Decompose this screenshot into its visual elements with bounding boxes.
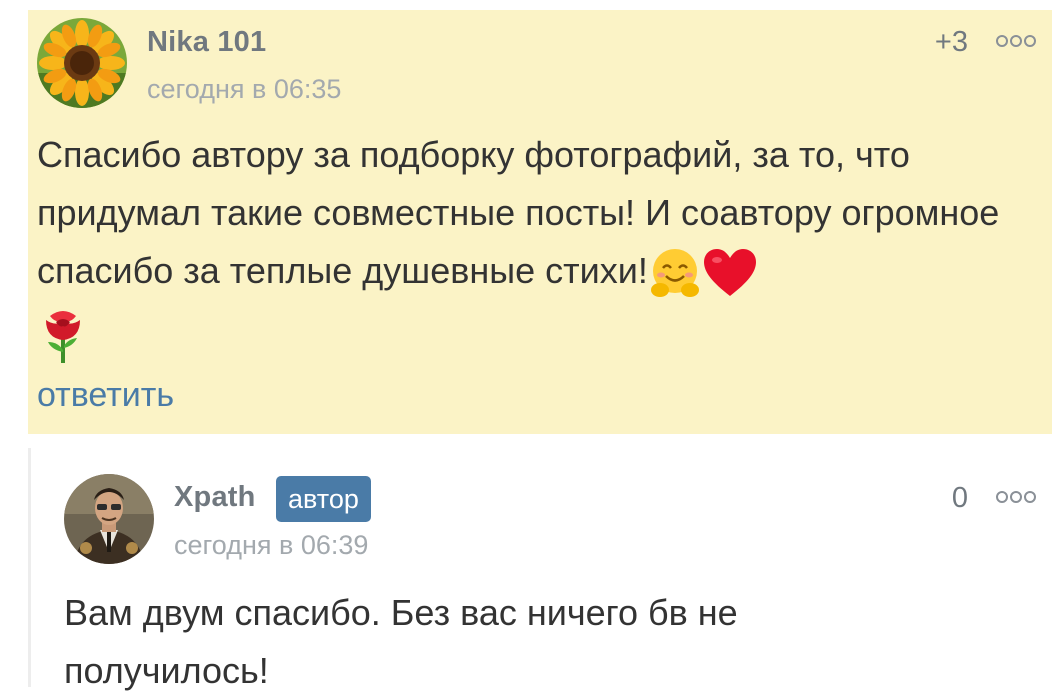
thread-line (28, 448, 31, 687)
comment-time[interactable]: сегодня в 06:35 (147, 74, 341, 105)
steampunk-man-avatar-icon (64, 474, 154, 564)
comment-text-line-2: получилось! (64, 650, 269, 691)
red-heart-icon (702, 248, 758, 298)
comment-text: Спасибо автору за подборку фотографий, з… (37, 126, 1027, 300)
author-badge: автор (276, 476, 371, 522)
rating-count: +3 (934, 26, 968, 58)
more-options-icon[interactable] (996, 33, 1040, 47)
author-name[interactable]: Nika 101 (147, 26, 266, 59)
comment-text-line-1: Вам двум спасибо. Без вас ничего бв не (64, 592, 738, 633)
rose-icon (40, 308, 86, 364)
comment-body: Спасибо автору за подборку фотографий, з… (37, 134, 1000, 291)
comment-time[interactable]: сегодня в 06:39 (174, 530, 368, 561)
rating-count: 0 (951, 482, 968, 514)
avatar[interactable] (64, 474, 154, 564)
hugging-face-icon (648, 246, 702, 300)
reply-link[interactable]: ответить (37, 376, 174, 415)
more-options-icon[interactable] (996, 489, 1040, 503)
author-name[interactable]: Xpath (174, 481, 256, 514)
sunflower-avatar-icon (37, 18, 127, 108)
avatar[interactable] (37, 18, 127, 108)
